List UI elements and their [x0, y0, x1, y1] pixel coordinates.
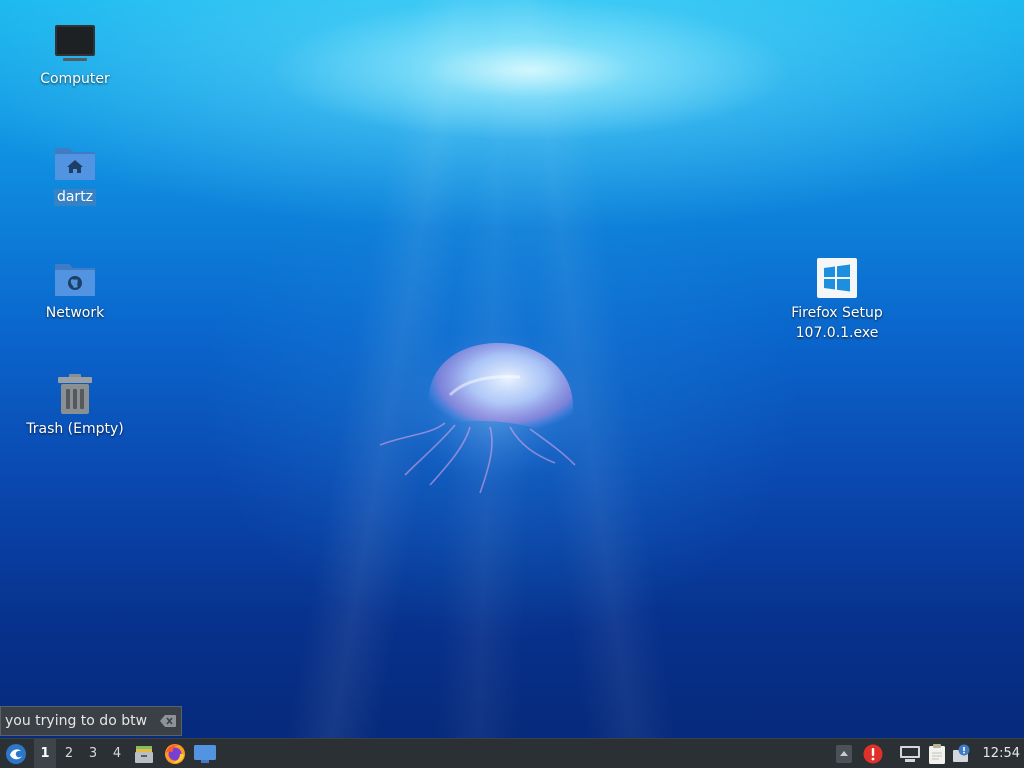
desktop-icon-label: Trash (Empty): [26, 421, 124, 437]
workspace-1[interactable]: 1: [34, 739, 56, 768]
monitor-icon: [55, 25, 95, 61]
desktop-icon-trash[interactable]: Trash (Empty): [20, 372, 130, 438]
lxqt-start-menu-icon: [6, 743, 26, 764]
clipboard-icon: [929, 743, 945, 764]
launcher-file-manager[interactable]: [132, 739, 156, 768]
tray-expand-button[interactable]: [834, 739, 854, 768]
desktop-icon-label: dartz: [53, 189, 97, 206]
workspace-3[interactable]: 3: [82, 739, 104, 768]
desktop-background: Computer dartz Network Trash (Empty) Fir…: [0, 0, 1024, 738]
desktop-icon-label-line2: 107.0.1.exe: [795, 325, 879, 341]
desktop-icon-label: Network: [45, 305, 105, 321]
desktop-icon-firefox-setup-exe[interactable]: Firefox Setup 107.0.1.exe: [782, 256, 892, 342]
launcher-show-desktop[interactable]: [192, 739, 218, 768]
firefox-icon: [165, 743, 185, 764]
launcher-firefox[interactable]: [162, 739, 188, 768]
notification-info-icon: [953, 744, 970, 762]
windows-logo-icon: [817, 258, 857, 298]
file-manager-icon: [135, 745, 153, 763]
red-alert-icon: [863, 744, 883, 763]
desktop-icon-network[interactable]: Network: [20, 256, 130, 322]
notification-text-input[interactable]: [5, 711, 155, 731]
network-folder-icon: [55, 264, 95, 296]
home-folder-icon: [55, 148, 95, 180]
backspace-clear-icon[interactable]: [160, 715, 176, 727]
network-wired-icon: [900, 745, 920, 762]
taskbar: 1 2 3 4 12:54: [0, 738, 1024, 768]
desktop-icon-computer[interactable]: Computer: [20, 22, 130, 88]
tray-clipboard[interactable]: [926, 739, 948, 768]
desktop-icon-home-folder[interactable]: dartz: [20, 140, 130, 206]
desktop-icon-label: Computer: [40, 71, 110, 87]
workspace-4[interactable]: 4: [106, 739, 128, 768]
notification-popup[interactable]: [0, 706, 182, 736]
tray-network-status[interactable]: [898, 739, 922, 768]
trash-icon: [58, 374, 92, 414]
desktop-icon-label-line1: Firefox Setup: [791, 305, 883, 321]
desktop-icon: [194, 744, 216, 763]
tray-notifications[interactable]: [950, 739, 974, 768]
start-menu-button[interactable]: [2, 739, 30, 768]
tray-updates-alert[interactable]: [862, 739, 884, 768]
workspace-2[interactable]: 2: [58, 739, 80, 768]
jellyfish-wallpaper-image: [379, 335, 590, 494]
taskbar-clock[interactable]: 12:54: [983, 739, 1020, 768]
up-arrow-icon: [836, 744, 852, 763]
